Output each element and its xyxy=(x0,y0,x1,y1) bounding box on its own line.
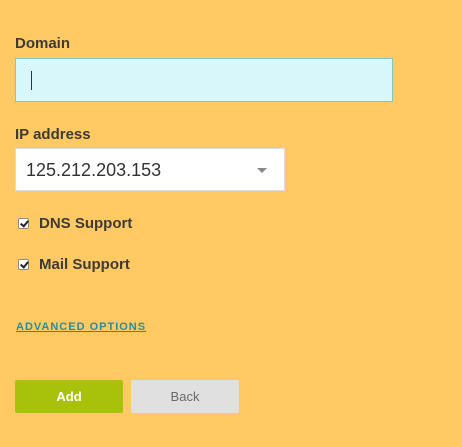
dns-support-label: DNS Support xyxy=(39,215,133,232)
back-button[interactable]: Back xyxy=(131,380,239,413)
ip-address-label: IP address xyxy=(15,126,91,143)
dns-support-row[interactable]: DNS Support xyxy=(18,215,132,232)
ip-address-selected-value: 125.212.203.153 xyxy=(26,160,162,180)
mail-support-checkbox[interactable] xyxy=(18,259,29,270)
chevron-down-icon xyxy=(257,168,267,173)
add-button[interactable]: Add xyxy=(15,380,123,413)
mail-support-label: Mail Support xyxy=(39,256,130,273)
mail-support-row[interactable]: Mail Support xyxy=(18,256,130,273)
domain-label: Domain xyxy=(15,35,71,52)
text-caret xyxy=(31,71,32,90)
dns-support-checkbox[interactable] xyxy=(18,218,29,229)
advanced-options-link[interactable]: ADVANCED OPTIONS xyxy=(16,321,146,333)
ip-address-select[interactable]: 125.212.203.153 xyxy=(15,148,285,191)
domain-input[interactable] xyxy=(15,58,393,102)
